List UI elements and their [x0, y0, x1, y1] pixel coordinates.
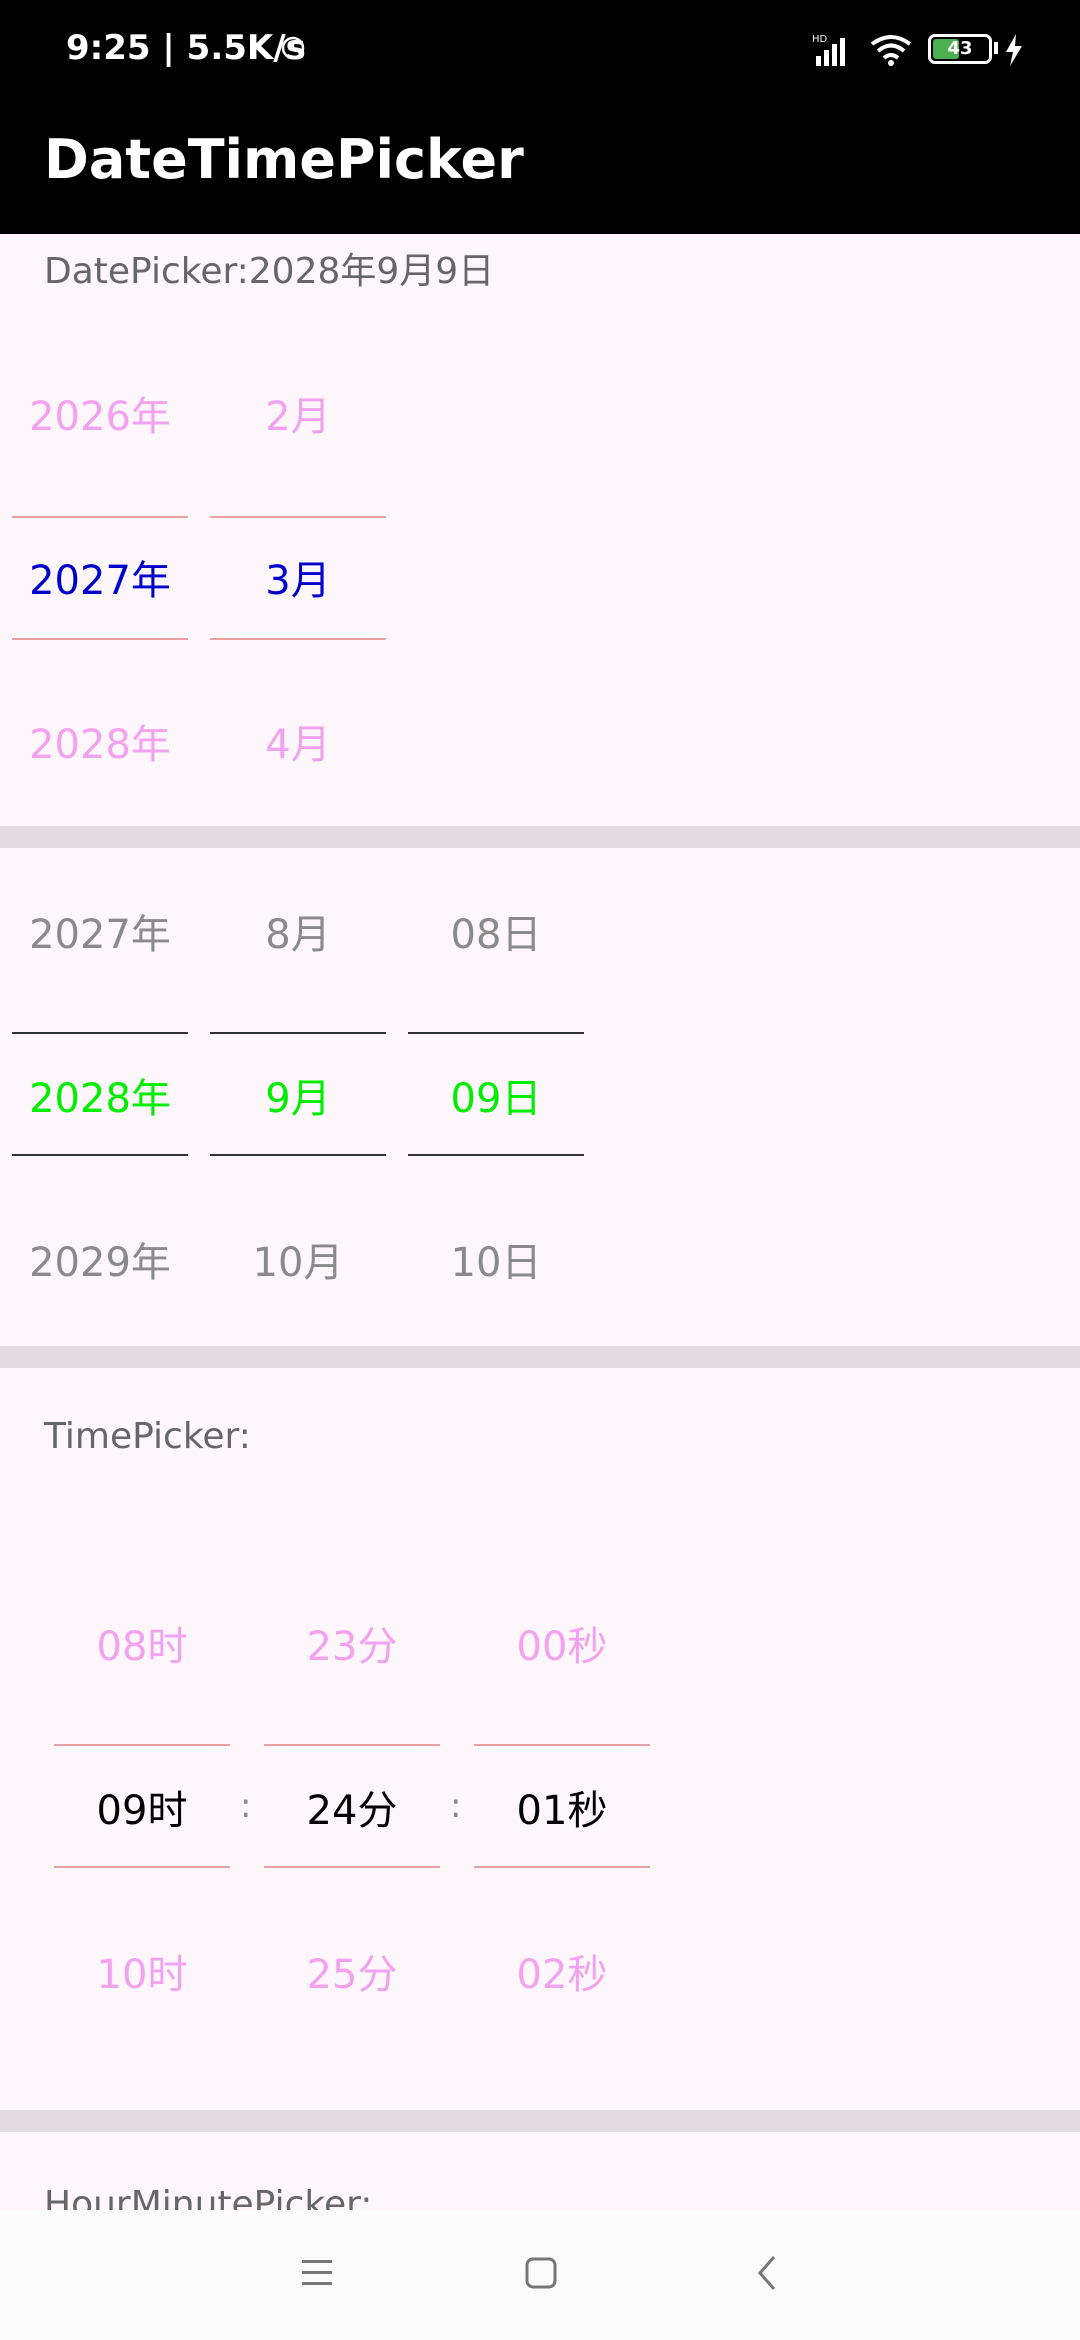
selection-line-top [210, 516, 386, 518]
time-separator: : [450, 1786, 462, 1826]
selection-line-top [12, 1032, 188, 1034]
second-current[interactable]: 01秒 [474, 1778, 650, 1836]
minute-wheel[interactable]: 23分 24分 25分 [264, 1368, 440, 2110]
selection-line-bottom [474, 1866, 650, 1868]
selection-line-bottom [54, 1866, 230, 1868]
date-picker-section-2: 2027年 2028年 2029年 8月 9月 10月 08日 09日 10日 [0, 848, 1080, 1346]
selection-line-top [264, 1744, 440, 1746]
battery-tip [994, 42, 998, 54]
month-current[interactable]: 9月 [210, 1066, 386, 1124]
selection-line-bottom [12, 638, 188, 640]
day-wheel[interactable]: 08日 09日 10日 [408, 848, 584, 1346]
minute-next[interactable]: 25分 [264, 1942, 440, 2000]
status-time: 9:25 | 5.5K/s [66, 28, 306, 68]
hour-next[interactable]: 10时 [54, 1942, 230, 2000]
app-title: DateTimePicker [44, 128, 524, 191]
svg-text:HD: HD [812, 34, 828, 45]
date-picker-section-1: DatePicker:2028年9月9日 2026年 2027年 2028年 2… [0, 234, 1080, 826]
year-next[interactable]: 2029年 [12, 1230, 188, 1288]
year-prev[interactable]: 2026年 [12, 384, 188, 442]
menu-icon[interactable] [300, 2258, 334, 2288]
day-current[interactable]: 09日 [408, 1066, 584, 1124]
navigation-bar [0, 2210, 1080, 2340]
time-separator: : [240, 1786, 252, 1826]
year-next[interactable]: 2028年 [12, 712, 188, 770]
month-next[interactable]: 4月 [210, 712, 386, 770]
back-icon[interactable] [754, 2254, 780, 2292]
selection-line-top [474, 1744, 650, 1746]
year-prev[interactable]: 2027年 [12, 902, 188, 960]
section-divider [0, 2110, 1080, 2132]
hour-minute-picker-label: HourMinutePicker: [44, 2184, 373, 2210]
hour-prev[interactable]: 08时 [54, 1614, 230, 1672]
selection-line-bottom [210, 1154, 386, 1156]
selection-line-bottom [12, 1154, 188, 1156]
month-next[interactable]: 10月 [210, 1230, 386, 1288]
section-divider [0, 826, 1080, 848]
day-next[interactable]: 10日 [408, 1230, 584, 1288]
month-prev[interactable]: 2月 [210, 384, 386, 442]
hour-current[interactable]: 09时 [54, 1778, 230, 1836]
selection-line-bottom [210, 638, 386, 640]
selection-line-top [54, 1744, 230, 1746]
charging-icon [1006, 34, 1022, 66]
year-current[interactable]: 2027年 [12, 548, 188, 606]
selection-line-bottom [408, 1154, 584, 1156]
app-bar: DateTimePicker [0, 100, 1080, 234]
alarm-icon [281, 36, 305, 60]
wifi-icon [870, 35, 912, 66]
minute-prev[interactable]: 23分 [264, 1614, 440, 1672]
second-wheel[interactable]: 00秒 01秒 02秒 [474, 1368, 650, 2110]
section-divider [0, 1346, 1080, 1368]
selection-line-top [210, 1032, 386, 1034]
second-next[interactable]: 02秒 [474, 1942, 650, 2000]
month-wheel[interactable]: 2月 3月 4月 [210, 234, 386, 826]
selection-line-top [408, 1032, 584, 1034]
month-current[interactable]: 3月 [210, 548, 386, 606]
hour-wheel[interactable]: 08时 09时 10时 [54, 1368, 230, 2110]
year-wheel[interactable]: 2026年 2027年 2028年 [12, 234, 188, 826]
year-wheel[interactable]: 2027年 2028年 2029年 [12, 848, 188, 1346]
selection-line-top [12, 516, 188, 518]
selection-line-bottom [264, 1866, 440, 1868]
minute-current[interactable]: 24分 [264, 1778, 440, 1836]
time-picker-section: TimePicker: 08时 09时 10时 : 23分 24分 25分 : … [0, 1368, 1080, 2110]
status-bar: 9:25 | 5.5K/s HD 43 [0, 0, 1080, 100]
year-current[interactable]: 2028年 [12, 1066, 188, 1124]
day-prev[interactable]: 08日 [408, 902, 584, 960]
hour-minute-picker-section: HourMinutePicker: [0, 2132, 1080, 2210]
month-wheel[interactable]: 8月 9月 10月 [210, 848, 386, 1346]
battery-level: 43 [947, 38, 973, 59]
second-prev[interactable]: 00秒 [474, 1614, 650, 1672]
home-icon[interactable] [524, 2256, 558, 2290]
battery-icon: 43 [928, 34, 992, 64]
signal-icon: HD [812, 34, 845, 66]
month-prev[interactable]: 8月 [210, 902, 386, 960]
